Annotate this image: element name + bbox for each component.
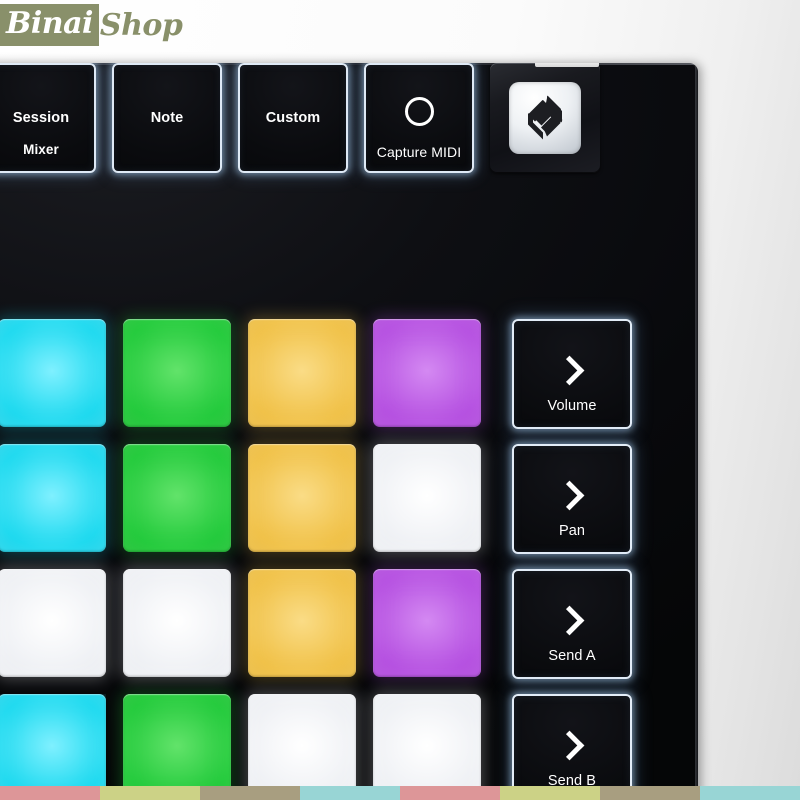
novation-logo-button[interactable]: [490, 63, 600, 173]
bottom-bar-segment-5: [400, 786, 500, 800]
volume-button-label: Volume: [547, 398, 597, 414]
send-a-button-label: Send A: [548, 648, 596, 664]
scene-background: Binai Shop Session Mixer Note Custom Cap…: [0, 0, 800, 800]
pad-r4c2[interactable]: [123, 694, 231, 800]
custom-button-label: Custom: [265, 109, 321, 126]
pad-r4c1[interactable]: [0, 694, 106, 800]
function-button-row: Session Mixer Note Custom Capture MIDI: [0, 63, 626, 173]
launchpad-device-body: Session Mixer Note Custom Capture MIDI V…: [0, 63, 698, 800]
watermark-tail-text: Shop: [99, 7, 183, 43]
pad-r1c2[interactable]: [123, 319, 231, 427]
custom-button[interactable]: Custom: [238, 63, 348, 173]
bottom-color-bar: [0, 786, 800, 800]
volume-button[interactable]: Volume: [512, 319, 632, 429]
bottom-bar-segment-3: [200, 786, 300, 800]
note-button[interactable]: Note: [112, 63, 222, 173]
novation-logo-icon: [509, 82, 581, 154]
pad-r4c3[interactable]: [248, 694, 356, 800]
pad-r3c3[interactable]: [248, 569, 356, 677]
pad-r1c4[interactable]: [373, 319, 481, 427]
capture-midi-button[interactable]: Capture MIDI: [364, 63, 474, 173]
session-button[interactable]: Session Mixer: [0, 63, 96, 173]
pad-r1c3[interactable]: [248, 319, 356, 427]
scene-launch-column: Volume Pan Send A Send B: [512, 319, 632, 800]
capture-midi-button-label: Capture MIDI: [376, 144, 462, 160]
device-top-notch: [535, 63, 599, 67]
pad-r1c1[interactable]: [0, 319, 106, 427]
chevron-right-icon: [554, 355, 585, 385]
session-button-label: Session: [12, 109, 70, 126]
bottom-bar-segment-7: [600, 786, 700, 800]
watermark-box-text: Binai: [0, 4, 99, 46]
send-a-button[interactable]: Send A: [512, 569, 632, 679]
pad-r3c1[interactable]: [0, 569, 106, 677]
bottom-bar-segment-1: [0, 786, 100, 800]
chevron-right-icon: [554, 480, 585, 510]
bottom-bar-segment-6: [500, 786, 600, 800]
note-button-label: Note: [150, 109, 184, 126]
pad-r2c1[interactable]: [0, 444, 106, 552]
pad-r2c2[interactable]: [123, 444, 231, 552]
pad-r3c2[interactable]: [123, 569, 231, 677]
chevron-right-icon: [554, 605, 585, 635]
pad-r2c4[interactable]: [373, 444, 481, 552]
pad-r2c3[interactable]: [248, 444, 356, 552]
pan-button-label: Pan: [558, 523, 586, 539]
pad-r3c4[interactable]: [373, 569, 481, 677]
session-button-sublabel: Mixer: [23, 142, 59, 157]
bottom-bar-segment-2: [100, 786, 200, 800]
device-right-edge-highlight: [695, 63, 698, 800]
watermark-binaishop: Binai Shop: [0, 4, 183, 46]
circle-icon: [404, 96, 434, 126]
bottom-bar-segment-8: [700, 786, 800, 800]
chevron-right-icon: [554, 730, 585, 760]
pan-button[interactable]: Pan: [512, 444, 632, 554]
send-b-button[interactable]: Send B: [512, 694, 632, 800]
pad-r4c4[interactable]: [373, 694, 481, 800]
bottom-bar-segment-4: [300, 786, 400, 800]
